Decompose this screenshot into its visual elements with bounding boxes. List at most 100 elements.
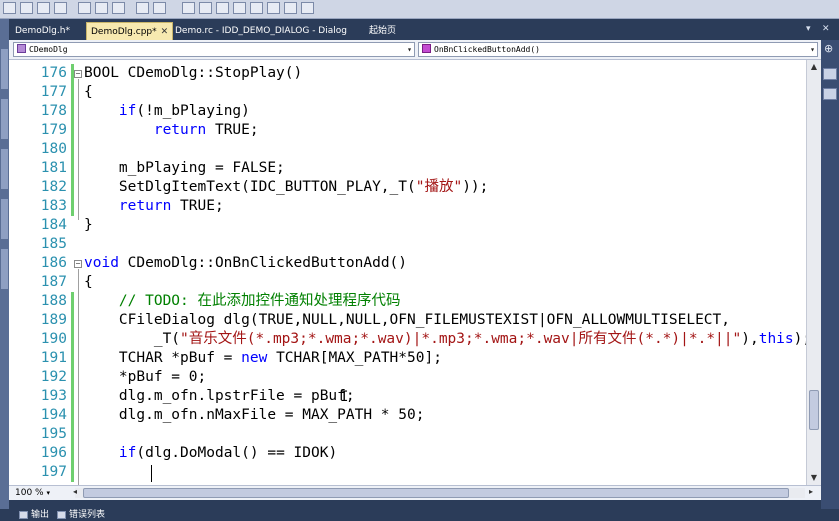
code-line[interactable]: 183 return TRUE;: [9, 197, 806, 216]
code-text: CFileDialog dlg(TRUE,NULL,NULL,OFN_FILEM…: [84, 311, 730, 330]
close-icon[interactable]: ✕: [161, 23, 169, 41]
code-line[interactable]: 197: [9, 463, 806, 482]
scroll-thumb[interactable]: [809, 390, 819, 430]
tab-label: 输出: [31, 510, 50, 520]
code-line[interactable]: 180: [9, 140, 806, 159]
toolbar: [0, 0, 839, 19]
left-dock-tab-3[interactable]: [1, 149, 8, 189]
line-number: 190: [40, 331, 67, 347]
string-token: "音乐文件(*.mp3;*.wma;*.wav)|*.mp3;*.wma;*.w…: [180, 331, 742, 347]
code-line[interactable]: 192 *pBuf = 0;: [9, 368, 806, 387]
navigation-bar: CDemoDlg ▾ OnBnClickedButtonAdd() ▾: [9, 40, 821, 60]
toolbar-button-6[interactable]: [95, 2, 108, 14]
code-line[interactable]: 177 {: [9, 83, 806, 102]
toolbar-button-8[interactable]: [136, 2, 149, 14]
toolbar-button-12[interactable]: [216, 2, 229, 14]
code-token: TCHAR *pBuf =: [84, 350, 242, 366]
code-line[interactable]: 185: [9, 235, 806, 254]
left-dock-tab-2[interactable]: [1, 99, 8, 139]
scroll-down-icon[interactable]: ▼: [807, 471, 821, 484]
toolbar-button-17[interactable]: [301, 2, 314, 14]
scroll-right-icon[interactable]: ▸: [809, 487, 813, 496]
member-combo[interactable]: OnBnClickedButtonAdd() ▾: [418, 42, 818, 57]
error-list-icon: [57, 511, 66, 519]
code-line[interactable]: 191 TCHAR *pBuf = new TCHAR[MAX_PATH*50]…: [9, 349, 806, 368]
code-text: _T("音乐文件(*.mp3;*.wma;*.wav)|*.mp3;*.wma;…: [84, 330, 806, 349]
keyword-token: if: [118, 103, 137, 119]
line-number: 195: [40, 426, 67, 442]
toolbar-button-2[interactable]: [20, 2, 33, 14]
code-token: SetDlgItemText(IDC_BUTTON_PLAY,_T(: [84, 179, 416, 195]
tab-error-list[interactable]: 错误列表: [56, 509, 105, 521]
toolbar-button-4[interactable]: [54, 2, 67, 14]
code-line[interactable]: 189 CFileDialog dlg(TRUE,NULL,NULL,OFN_F…: [9, 311, 806, 330]
code-line[interactable]: 188 // TODO: 在此添加控件通知处理程序代码: [9, 292, 806, 311]
right-dock-tab-1[interactable]: [823, 68, 837, 80]
line-number: 188: [40, 293, 67, 309]
chevron-down-icon[interactable]: ▾: [810, 43, 815, 56]
toolbar-button-10[interactable]: [182, 2, 195, 14]
code-line[interactable]: 182 SetDlgItemText(IDC_BUTTON_PLAY,_T("播…: [9, 178, 806, 197]
tab-demo-rc-dialog[interactable]: Demo.rc - IDD_DEMO_DIALOG - Dialog: [171, 22, 351, 40]
code-line[interactable]: 194 dlg.m_ofn.nMaxFile = MAX_PATH * 50;: [9, 406, 806, 425]
left-dock-tab-1[interactable]: [1, 49, 8, 89]
scroll-left-icon[interactable]: ◂: [73, 487, 77, 496]
code-line[interactable]: 176 BOOL CDemoDlg::StopPlay(): [9, 64, 806, 83]
toolbar-button-7[interactable]: [112, 2, 125, 14]
horizontal-scroll-thumb[interactable]: [83, 488, 789, 498]
tab-demodlg-h[interactable]: DemoDlg.h*: [11, 22, 74, 40]
code-line[interactable]: 181 m_bPlaying = FALSE;: [9, 159, 806, 178]
line-number: 186: [40, 255, 67, 271]
left-dock-tab-4[interactable]: [1, 199, 8, 239]
code-line[interactable]: 196 if(dlg.DoModal() == IDOK): [9, 444, 806, 463]
toolbar-button-16[interactable]: [284, 2, 297, 14]
line-number: 184: [40, 217, 67, 233]
scroll-up-icon[interactable]: ▲: [807, 60, 821, 73]
zoom-combo[interactable]: 100 % ▾: [11, 486, 75, 500]
keyword-token: return: [153, 122, 207, 138]
code-line[interactable]: 187 {: [9, 273, 806, 292]
code-editor[interactable]: − − 176 BOOL CDemoDlg::StopPlay() 177{178 …: [9, 60, 806, 485]
window-close-icon[interactable]: ✕: [822, 24, 830, 34]
code-token: }: [84, 217, 93, 233]
toolbar-button-15[interactable]: [267, 2, 280, 14]
tab-demodlg-cpp[interactable]: DemoDlg.cpp* ✕: [86, 22, 174, 41]
code-token: {: [84, 84, 93, 100]
split-icon[interactable]: ⊕: [824, 42, 833, 55]
code-line[interactable]: 195: [9, 425, 806, 444]
chevron-down-icon[interactable]: ▾: [407, 43, 412, 56]
class-combo-value: CDemoDlg: [29, 45, 68, 54]
code-line[interactable]: 178 if(!m_bPlaying): [9, 102, 806, 121]
member-combo-value: OnBnClickedButtonAdd(): [434, 45, 540, 54]
toolbar-button-3[interactable]: [37, 2, 50, 14]
code-line[interactable]: 186 void CDemoDlg::OnBnClickedButtonAdd(): [9, 254, 806, 273]
code-text: TCHAR *pBuf = new TCHAR[MAX_PATH*50];: [84, 349, 442, 368]
code-line[interactable]: 193 dlg.m_ofn.lpstrFile = pBuf;: [9, 387, 806, 406]
code-line[interactable]: 190 _T("音乐文件(*.mp3;*.wma;*.wav)|*.mp3;*.…: [9, 330, 806, 349]
toolbar-button-14[interactable]: [250, 2, 263, 14]
toolbar-button-11[interactable]: [199, 2, 212, 14]
right-dock-tab-2[interactable]: [823, 88, 837, 100]
method-icon: [422, 44, 431, 53]
toolbar-button-9[interactable]: [153, 2, 166, 14]
toolbar-button-1[interactable]: [3, 2, 16, 14]
toolbar-button-13[interactable]: [233, 2, 246, 14]
vertical-scrollbar[interactable]: ▲ ▼: [806, 60, 821, 485]
code-line[interactable]: 179 return TRUE;: [9, 121, 806, 140]
code-token: (dlg.DoModal() == IDOK): [136, 445, 338, 461]
tab-dropdown-icon[interactable]: ▾: [806, 24, 811, 34]
left-dock-tab-5[interactable]: [1, 249, 8, 289]
tab-output[interactable]: 输出: [18, 509, 49, 521]
zoom-value: 100 %: [15, 488, 44, 498]
code-text: return TRUE;: [84, 197, 224, 216]
tab-start-page[interactable]: 起始页: [365, 22, 400, 40]
line-number: 176: [40, 65, 67, 81]
class-combo[interactable]: CDemoDlg ▾: [13, 42, 415, 57]
code-line[interactable]: 184}: [9, 216, 806, 235]
line-number: 183: [40, 198, 67, 214]
line-number: 196: [40, 445, 67, 461]
toolbar-button-5[interactable]: [78, 2, 91, 14]
chevron-down-icon[interactable]: ▾: [46, 489, 50, 497]
